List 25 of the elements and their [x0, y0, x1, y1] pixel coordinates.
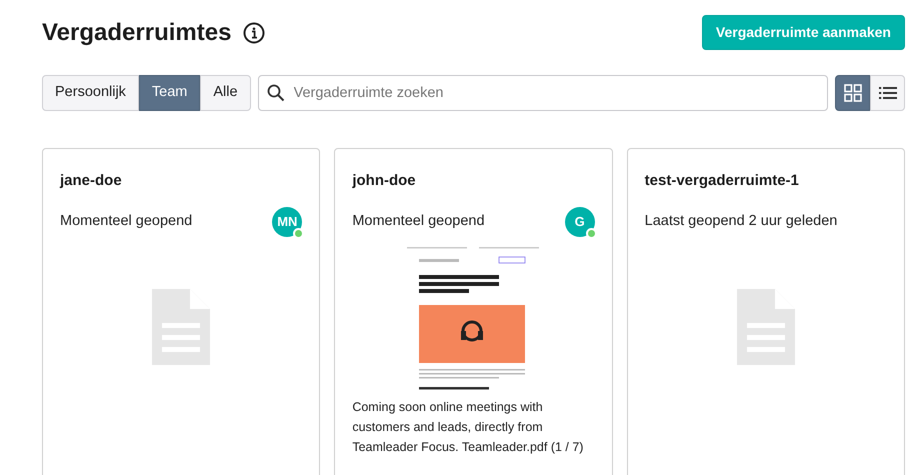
search-field[interactable]: Vergaderruimte zoeken — [258, 75, 828, 111]
list-view-button[interactable] — [870, 75, 905, 111]
filter-tab[interactable]: Alle — [200, 75, 251, 111]
room-status: Laatst geopend 2 uur geleden — [644, 212, 838, 232]
document-icon — [150, 287, 212, 367]
document-caption: Coming soon online meetings with customers and leads, directly from Teamleader Focus. Teamleader.pdf (1 / 7) — [352, 399, 584, 456]
room-name: test-vergaderruimte-1 — [644, 171, 800, 191]
list-view-icon — [878, 86, 896, 100]
room-name: jane-doe — [60, 171, 123, 191]
user-avatar: G — [564, 207, 595, 237]
filter-tab[interactable]: Team — [138, 75, 200, 111]
room-status: Momenteel geopend — [352, 212, 485, 232]
document-icon — [734, 287, 797, 367]
meeting-room-card[interactable]: jane-doe Momenteel geopend MN — [42, 148, 320, 475]
room-name: john-doe — [352, 171, 417, 191]
room-status: Momenteel geopend — [60, 212, 192, 232]
filter-tab[interactable]: Persoonlijk — [42, 75, 139, 111]
meeting-room-card[interactable]: john-doe Momenteel geopend G Coming soon online meetings with customers and leads, directly from Teamleader Focus. Teamleader.pdf (1 / 7) — [334, 148, 613, 475]
user-avatar: MN — [272, 207, 302, 237]
info-icon[interactable] — [243, 22, 266, 44]
meeting-room-card[interactable]: test-vergaderruimte-1 Laatst geopend 2 uur geleden — [626, 148, 905, 475]
search-icon — [266, 84, 285, 102]
grid-view-icon — [844, 84, 862, 102]
grid-view-button[interactable] — [835, 75, 870, 111]
page-title: Vergaderruimtes — [42, 18, 232, 48]
